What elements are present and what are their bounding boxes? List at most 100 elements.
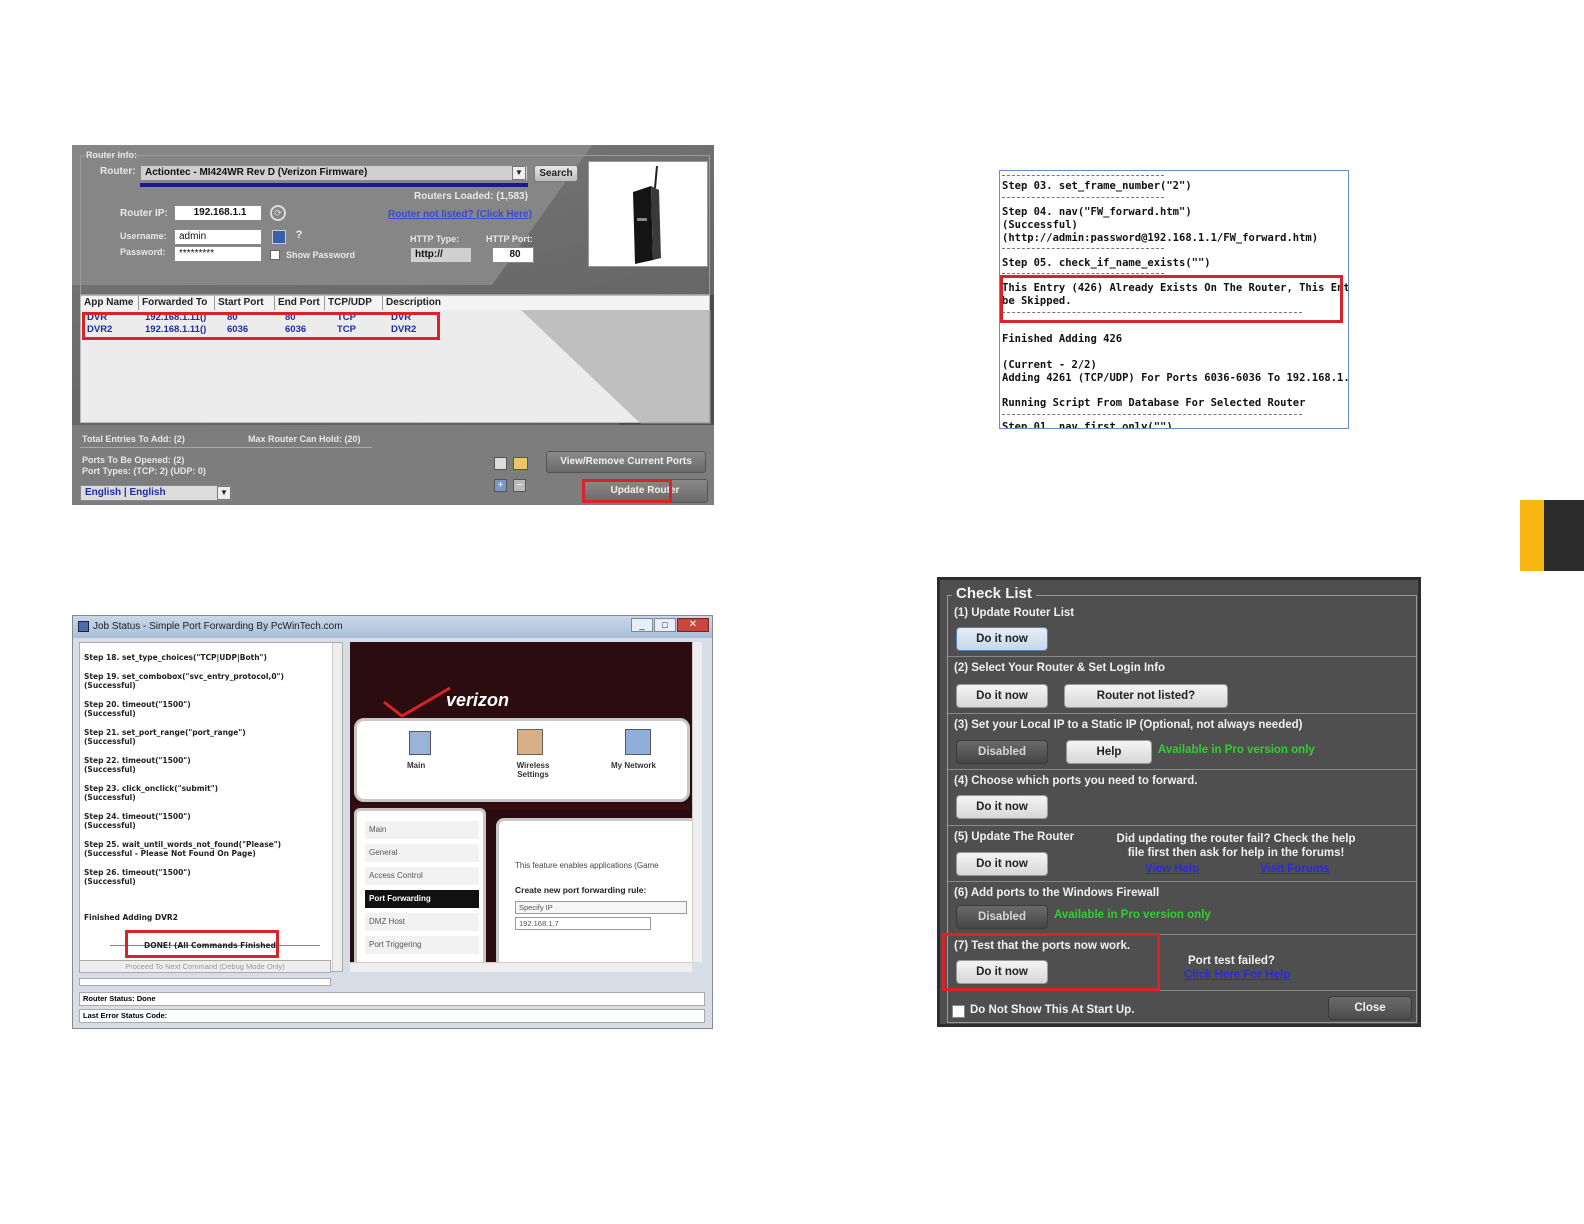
log-line: Running Script From Database For Selecte… [1002,397,1306,409]
scrollbar[interactable] [692,642,702,962]
log-line: Step 05. check_if_name_exists("") [1002,257,1211,269]
do-it-now-button[interactable]: Do it now [956,795,1048,819]
item-label: (4) Choose which ports you need to forwa… [954,775,1198,787]
ip-input[interactable]: 192.168.1.7 [515,917,651,930]
item-label: (6) Add ports to the Windows Firewall [954,887,1160,899]
tab-yellow [1520,500,1544,571]
log-line: Step 04. nav("FW_forward.htm") [1002,206,1192,218]
do-it-now-button[interactable]: Do it now [956,627,1048,651]
dont-show-checkbox[interactable] [952,1005,965,1018]
remove-icon[interactable]: − [513,479,526,492]
divider [1002,414,1302,415]
help-icon[interactable]: ? [292,229,306,245]
minimize-icon[interactable]: _ [631,618,653,632]
highlight-entry-exists [1000,275,1343,323]
item-label: (3) Set your Local IP to a Static IP (Op… [954,719,1303,731]
highlight-done [125,930,279,958]
show-password-checkbox[interactable] [270,250,280,260]
maximize-icon[interactable]: □ [654,618,676,632]
log-line: (Successful) [84,709,136,718]
http-port-label: HTTP Port: [486,234,533,244]
http-port-input[interactable]: 80 [492,247,534,263]
checklist-item-5: (5) Update The Router Do it now Did upda… [948,826,1416,882]
log-line: Step 22. timeout("1500") [84,756,191,765]
nav-my-network[interactable]: My Network [611,761,656,770]
top-nav: Main Wireless Settings My Network [354,718,690,802]
proceed-button[interactable]: Proceed To Next Command (Debug Mode Only… [79,960,331,973]
folder-icon[interactable] [513,457,528,470]
menu-item-active[interactable]: Port Forwarding [365,890,479,908]
save-login-icon[interactable] [272,230,286,244]
router-ip-input[interactable]: 192.168.1.1 [174,205,262,221]
view-help-link[interactable]: View Help [1145,863,1199,875]
scrollbar[interactable] [332,643,342,971]
highlight-test-ports [942,933,1160,991]
save-icon[interactable] [494,457,507,470]
router-not-listed-button[interactable]: Router not listed? [1064,684,1228,708]
max-router-text: Max Router Can Hold: (20) [248,434,361,444]
menu-item[interactable]: DMZ Host [365,913,479,931]
divider [80,447,372,448]
language-select[interactable]: English | English [80,485,232,501]
router-info-label: Router Info: [86,150,137,160]
router-not-listed-link[interactable]: Router not listed? (Click Here) [388,209,532,220]
do-it-now-button[interactable]: Do it now [956,684,1048,708]
close-icon[interactable]: ✕ [677,618,709,632]
http-type-select[interactable]: http:// [410,247,472,263]
log-line: Adding 4261 (TCP/UDP) For Ports 6036-603… [1002,372,1349,384]
specify-ip-select[interactable]: Specify IP [515,901,687,914]
click-here-help-link[interactable]: Click Here For Help [1184,969,1290,981]
log-line: Finished Adding 426 [1002,333,1123,345]
routers-loaded-text: Routers Loaded: (1,583) [414,191,528,202]
password-input[interactable]: ********* [174,246,262,262]
pro-only-note: Available in Pro version only [1054,909,1211,921]
progress-bar [140,183,528,187]
log-line: Step 18. set_type_choices("TCP|UDP|Both"… [84,653,267,662]
log-line: (Successful) [84,765,136,774]
password-label: Password: [120,247,166,257]
menu-item[interactable]: General [365,844,479,862]
menu-item[interactable]: Access Control [365,867,479,885]
chevron-down-icon[interactable]: ▼ [217,486,231,500]
log-line: (Successful) [84,877,136,886]
close-button[interactable]: Close [1328,996,1412,1020]
scrollbar[interactable] [350,962,692,972]
checklist-item-4: (4) Choose which ports you need to forwa… [948,770,1416,826]
log-line: (http://admin:password@192.168.1.1/FW_fo… [1002,232,1319,244]
nav-wireless[interactable]: Wireless Settings [507,761,559,779]
help-button[interactable]: Help [1066,740,1152,764]
log-line: Step 26. timeout("1500") [84,868,191,877]
chevron-down-icon[interactable]: ▼ [512,166,526,180]
last-error-field: Last Error Status Code: [79,1009,705,1023]
main-icon[interactable] [409,731,431,755]
wireless-icon[interactable] [517,729,543,755]
refresh-icon[interactable]: ⟳ [270,205,286,221]
nav-main[interactable]: Main [407,761,425,770]
progress-bar [79,978,331,986]
menu-item[interactable]: Main [365,821,479,839]
menu-item[interactable]: Port Triggering [365,936,479,954]
create-rule-text: Create new port forwarding rule: [515,885,647,895]
search-button[interactable]: Search [534,165,578,182]
disabled-button: Disabled [956,905,1048,929]
log-line: Step 21. set_port_range("port_range") [84,728,246,737]
log-line: (Successful) [1002,219,1078,231]
do-it-now-button[interactable]: Do it now [956,852,1048,876]
checklist-dialog: Check List (1) Update Router List Do it … [937,577,1421,1027]
highlight-rows [82,312,440,340]
window-title: Job Status - Simple Port Forwarding By P… [73,616,712,638]
view-remove-ports-button[interactable]: View/Remove Current Ports [546,451,706,473]
username-input[interactable]: admin [174,229,262,245]
item-label: (1) Update Router List [954,607,1075,619]
checklist-item-3: (3) Set your Local IP to a Static IP (Op… [948,714,1416,770]
pro-only-note: Available in Pro version only [1158,744,1315,756]
port-test-failed-text: Port test failed? [1188,955,1275,967]
divider [1002,273,1164,274]
username-label: Username: [120,231,167,241]
network-icon[interactable] [625,729,651,755]
add-icon[interactable]: + [494,479,507,492]
job-status-window: Job Status - Simple Port Forwarding By P… [72,615,713,1029]
router-select[interactable]: Actiontec - MI424WR Rev D (Verizon Firmw… [140,165,528,181]
visit-forums-link[interactable]: Visit Forums [1260,863,1329,875]
show-password-label: Show Password [286,250,356,260]
